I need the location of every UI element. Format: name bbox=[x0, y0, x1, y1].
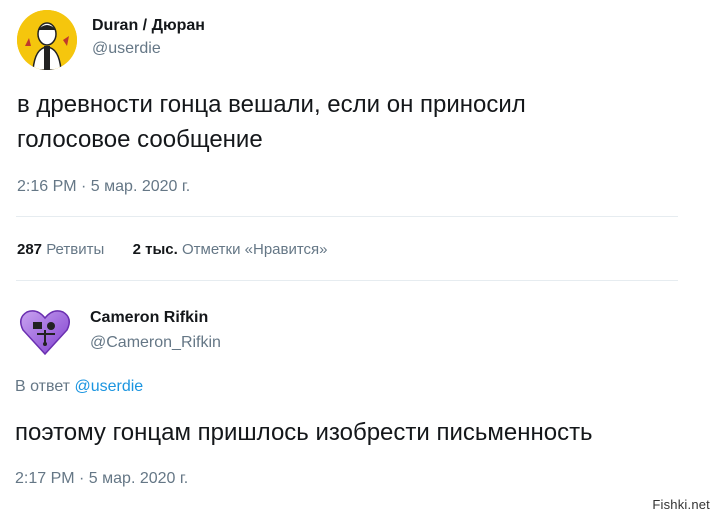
reply-prefix: В ответ bbox=[15, 378, 71, 395]
tweet2-timestamp[interactable]: 2:17 PM · 5 мар. 2020 г. bbox=[15, 470, 188, 488]
tweet1-stats: 287 Ретвиты 2 тыс. Отметки «Нравится» bbox=[17, 241, 328, 258]
retweets-stat[interactable]: 287 Ретвиты bbox=[17, 241, 104, 258]
watermark-logo: Fishki.net bbox=[652, 497, 710, 512]
avatar-cameron-image bbox=[15, 300, 75, 360]
divider-bottom bbox=[16, 280, 678, 281]
likes-stat[interactable]: 2 тыс. Отметки «Нравится» bbox=[133, 241, 328, 258]
tweet1-timestamp[interactable]: 2:16 PM · 5 мар. 2020 г. bbox=[17, 178, 190, 196]
tweet1-text-line2: голосовое сообщение bbox=[17, 126, 263, 153]
tweet2-author-name[interactable]: Cameron Rifkin bbox=[90, 309, 208, 327]
retweets-label: Ретвиты bbox=[46, 241, 105, 258]
reply-context: В ответ @userdie bbox=[15, 378, 143, 396]
likes-count: 2 тыс. bbox=[132, 241, 178, 258]
tweet1-author-name[interactable]: Duran / Дюран bbox=[92, 17, 205, 35]
tweet1-text-line1: в древности гонца вешали, если он принос… bbox=[17, 91, 526, 118]
reply-to-link[interactable]: @userdie bbox=[74, 378, 143, 395]
likes-label: Отметки «Нравится» bbox=[181, 241, 328, 258]
tweet1-author-handle[interactable]: @userdie bbox=[92, 40, 161, 58]
avatar-cameron[interactable] bbox=[15, 300, 75, 360]
retweets-count: 287 bbox=[17, 241, 43, 258]
avatar-duran[interactable] bbox=[17, 10, 77, 70]
avatar-duran-image bbox=[17, 10, 77, 70]
tweet2-text: поэтому гонцам пришлось изобрести письме… bbox=[15, 419, 593, 446]
divider-top bbox=[16, 216, 678, 217]
tweet2-author-handle[interactable]: @Cameron_Rifkin bbox=[90, 334, 221, 352]
